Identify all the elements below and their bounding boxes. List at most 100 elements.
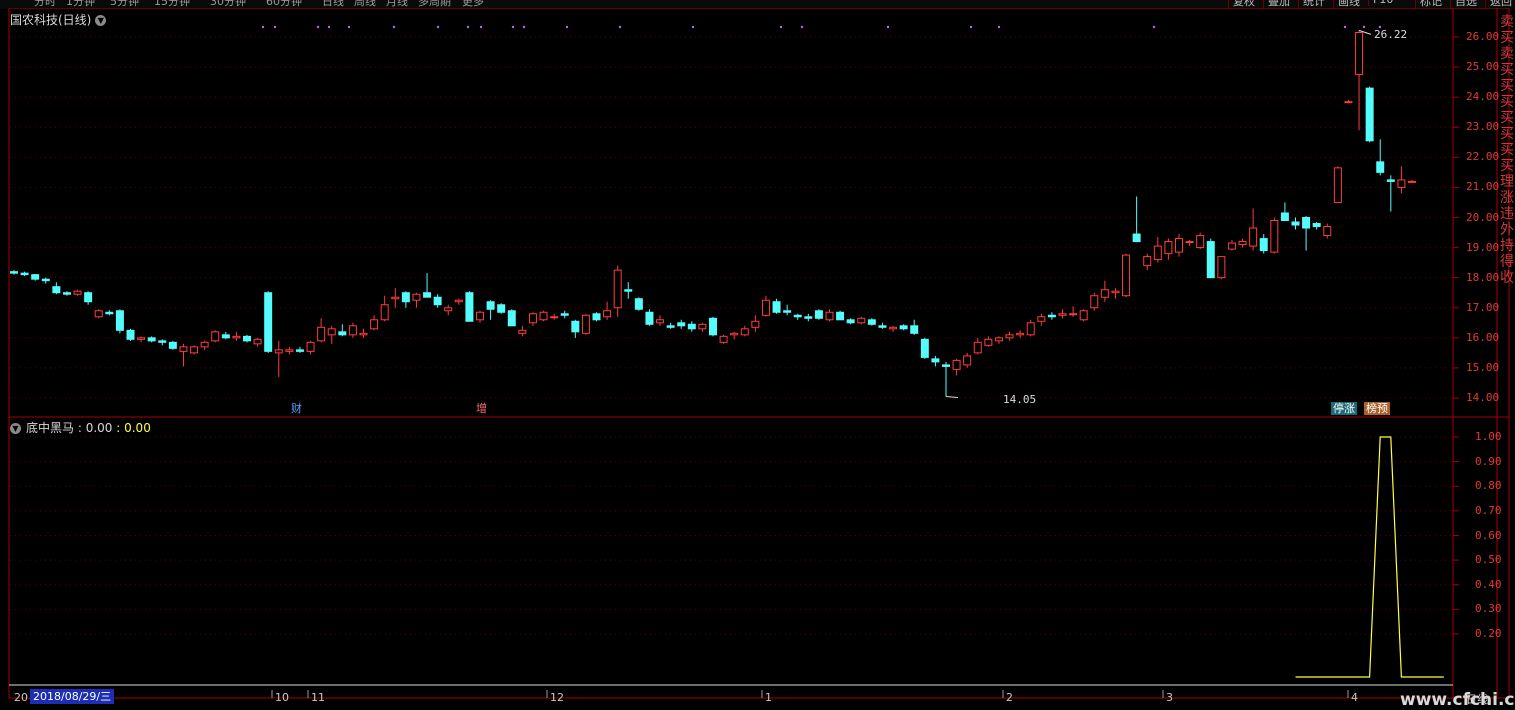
- candle-body: [1323, 226, 1332, 237]
- signal-dot: [1343, 25, 1347, 29]
- candle-body: [846, 319, 855, 324]
- candle-body: [359, 332, 368, 336]
- candle-body: [772, 301, 781, 313]
- candle-body: [952, 359, 961, 370]
- signal-dot: [691, 25, 695, 29]
- candle-body: [10, 271, 18, 274]
- candle-body: [295, 349, 304, 352]
- price-tick-label: 19.00: [1466, 240, 1500, 254]
- candle-body: [550, 316, 559, 319]
- candle-body: [931, 358, 940, 363]
- price-tick-label: 24.00: [1466, 90, 1500, 104]
- candle-body: [1058, 313, 1067, 316]
- x-axis-month-label: 11: [311, 691, 325, 704]
- event-badge-finance[interactable]: 财: [289, 402, 304, 415]
- candle-body: [1132, 233, 1141, 243]
- candle-body: [179, 346, 188, 352]
- candle-body: [285, 349, 294, 352]
- candle-body: [454, 299, 463, 303]
- candle-body: [486, 301, 495, 310]
- candle-body: [1397, 179, 1406, 188]
- candle-body: [1164, 241, 1173, 255]
- candle-body: [200, 341, 209, 348]
- candle-body: [963, 355, 972, 366]
- x-axis-month-label: 12: [550, 691, 564, 704]
- candle-body: [942, 364, 950, 367]
- candle-body: [1090, 295, 1099, 309]
- status-badge-limit-up[interactable]: 停涨: [1331, 402, 1357, 415]
- candle-body: [52, 286, 61, 294]
- candle-body: [348, 325, 357, 336]
- price-tick-label: 17.00: [1466, 300, 1500, 314]
- candle-body: [401, 292, 410, 303]
- candle-body: [751, 320, 760, 328]
- signal-dot: [565, 25, 569, 29]
- signal-dot: [779, 25, 783, 29]
- candle-body: [158, 340, 167, 343]
- candle-body: [867, 319, 876, 325]
- candle-body: [1037, 316, 1046, 322]
- candle-body: [825, 311, 834, 321]
- chart-frame: [8, 8, 1510, 699]
- selected-date: 2018/08/29/三: [30, 689, 115, 704]
- indicator-name: 底中黑马: [26, 421, 75, 435]
- price-tick-label: 20.00: [1466, 210, 1500, 224]
- candle-body: [994, 337, 1003, 342]
- candle-body: [560, 313, 569, 316]
- candle-body: [370, 319, 379, 330]
- x-axis-month-label: 1: [765, 691, 772, 704]
- candle-body: [677, 322, 686, 327]
- candle-body: [423, 292, 432, 298]
- candle-body: [645, 311, 654, 325]
- candle-body: [380, 304, 389, 321]
- price-tick-label: 23.00: [1466, 120, 1500, 134]
- candle-body: [1333, 167, 1342, 203]
- candle-body: [1196, 235, 1205, 249]
- signal-dot: [261, 25, 265, 29]
- candle-body: [317, 326, 326, 342]
- indicator-series: [1295, 436, 1444, 678]
- candle-body: [274, 349, 283, 354]
- candle-body: [1312, 223, 1321, 228]
- chevron-down-icon[interactable]: ▼: [95, 15, 107, 26]
- candle-body: [920, 338, 929, 358]
- candle-body: [804, 316, 813, 319]
- signal-dot: [886, 25, 890, 29]
- price-tick-label: 14.00: [1466, 391, 1500, 404]
- candle-body: [306, 341, 315, 352]
- candle-body: [232, 335, 241, 339]
- candle-body: [1111, 290, 1120, 294]
- status-badge-list-preview[interactable]: 榜预: [1364, 402, 1390, 415]
- candle-body: [836, 311, 845, 321]
- candle-body: [465, 292, 474, 322]
- toolbar-button-4[interactable]: F10: [1368, 0, 1397, 6]
- candle-body: [1026, 322, 1035, 336]
- candle-body: [327, 328, 336, 336]
- indicator-line: [1295, 436, 1444, 678]
- signal-dot: [618, 25, 622, 29]
- price-tick-label: 18.00: [1466, 270, 1500, 284]
- candle-body: [656, 319, 665, 324]
- x-axis-month-label: 10: [275, 691, 289, 704]
- signal-dot: [1362, 25, 1366, 29]
- event-badge-increase[interactable]: 增: [474, 402, 489, 415]
- candle-body: [518, 329, 527, 334]
- signal-dot: [511, 25, 515, 29]
- candle-body: [444, 307, 453, 312]
- candle-body: [1069, 313, 1078, 316]
- candle-body: [41, 278, 50, 282]
- low-price-label: 14.05: [1003, 393, 1037, 406]
- candle-body: [910, 325, 919, 334]
- candle-body: [1185, 241, 1194, 244]
- x-axis-month-label: 2: [1006, 691, 1013, 704]
- main-panel-title: 国农科技(日线) ▼: [10, 11, 107, 28]
- candle-body: [899, 325, 908, 330]
- candle-body: [31, 274, 40, 280]
- candle-body: [539, 311, 548, 321]
- candle-body: [889, 326, 898, 330]
- indicator-tick-label: 0.90: [1475, 454, 1502, 468]
- chevron-down-icon[interactable]: ▼: [10, 423, 21, 434]
- candle-body: [1280, 212, 1289, 222]
- signal-dot: [347, 25, 351, 29]
- candle-body: [264, 292, 273, 352]
